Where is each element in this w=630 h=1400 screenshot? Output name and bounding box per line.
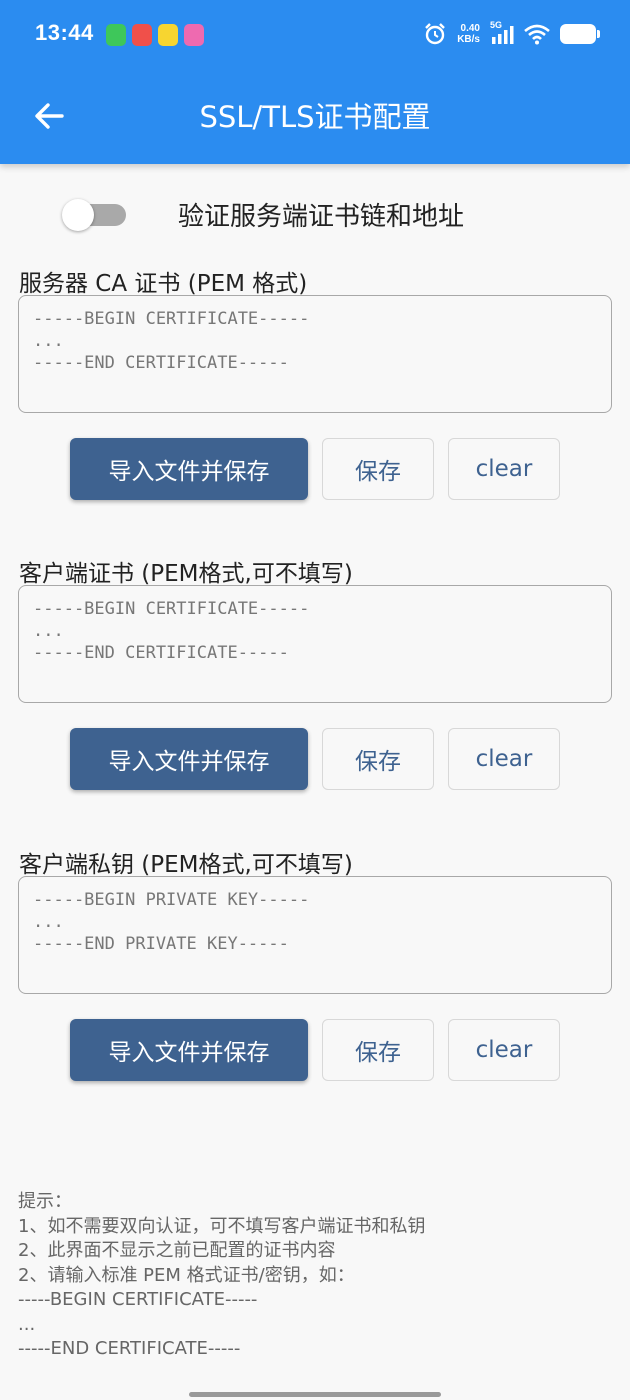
tips-example-line: -----BEGIN CERTIFICATE----- [18, 1289, 258, 1310]
battery-icon [560, 24, 600, 44]
tips-line: 2、此界面不显示之前已配置的证书内容 [18, 1240, 336, 1261]
client-key-input[interactable]: -----BEGIN PRIVATE KEY----- ... -----END… [18, 876, 612, 994]
app-header: 13:44 0.40 KB/s 5G SSL/TLS证书配置 [0, 0, 630, 164]
client-cert-clear-button[interactable]: clear [448, 728, 560, 790]
client-key-clear-button[interactable]: clear [448, 1019, 560, 1081]
notification-icons [106, 24, 204, 46]
tips-block: 提示： 1、如不需要双向认证，可不填写客户端证书和私钥 2、此界面不显示之前已配… [18, 1190, 425, 1362]
alarm-icon [425, 23, 446, 45]
server-ca-save-button[interactable]: 保存 [322, 438, 434, 500]
network-speed: 0.40 KB/s [457, 23, 480, 45]
client-key-import-button[interactable]: 导入文件并保存 [70, 1019, 308, 1081]
status-bar: 13:44 0.40 KB/s 5G [0, 0, 630, 70]
page-title: SSL/TLS证书配置 [199, 100, 431, 134]
wechat-notification-icon [106, 24, 126, 46]
tips-heading: 提示： [18, 1191, 72, 1212]
speed-value: 0.40 [460, 23, 480, 34]
client-cert-save-button[interactable]: 保存 [322, 728, 434, 790]
verify-server-label: 验证服务端证书链和地址 [178, 202, 465, 232]
server-ca-label: 服务器 CA 证书 (PEM 格式) [19, 271, 308, 297]
home-indicator[interactable] [189, 1392, 441, 1397]
tips-line: 1、如不需要双向认证，可不填写客户端证书和私钥 [18, 1215, 426, 1237]
tips-example-line: -----END CERTIFICATE----- [18, 1338, 241, 1359]
client-cert-import-button[interactable]: 导入文件并保存 [70, 728, 308, 790]
tips-line: 2、请输入标准 PEM 格式证书/密钥，如： [18, 1264, 355, 1286]
status-right: 0.40 KB/s 5G [423, 20, 600, 46]
verify-server-toggle[interactable] [62, 199, 128, 231]
client-cert-input[interactable]: -----BEGIN CERTIFICATE----- ... -----END… [18, 585, 612, 703]
client-key-save-button[interactable]: 保存 [322, 1019, 434, 1081]
server-ca-clear-button[interactable]: clear [448, 438, 560, 500]
tips-example-line: ... [18, 1313, 36, 1335]
taobao-notification-icon [132, 24, 152, 46]
speed-unit: KB/s [457, 34, 480, 45]
app-notification-icon [158, 24, 178, 46]
server-ca-input[interactable]: -----BEGIN CERTIFICATE----- ... -----END… [18, 295, 612, 413]
status-time: 13:44 [35, 20, 94, 45]
toggle-knob [62, 199, 94, 231]
wifi-icon [524, 24, 550, 45]
video-notification-icon [184, 24, 204, 46]
client-key-label: 客户端私钥 (PEM格式,可不填写) [19, 852, 353, 878]
client-cert-label: 客户端证书 (PEM格式,可不填写) [19, 561, 353, 587]
server-ca-import-button[interactable]: 导入文件并保存 [70, 438, 308, 500]
signal-icon: 5G [490, 20, 514, 45]
